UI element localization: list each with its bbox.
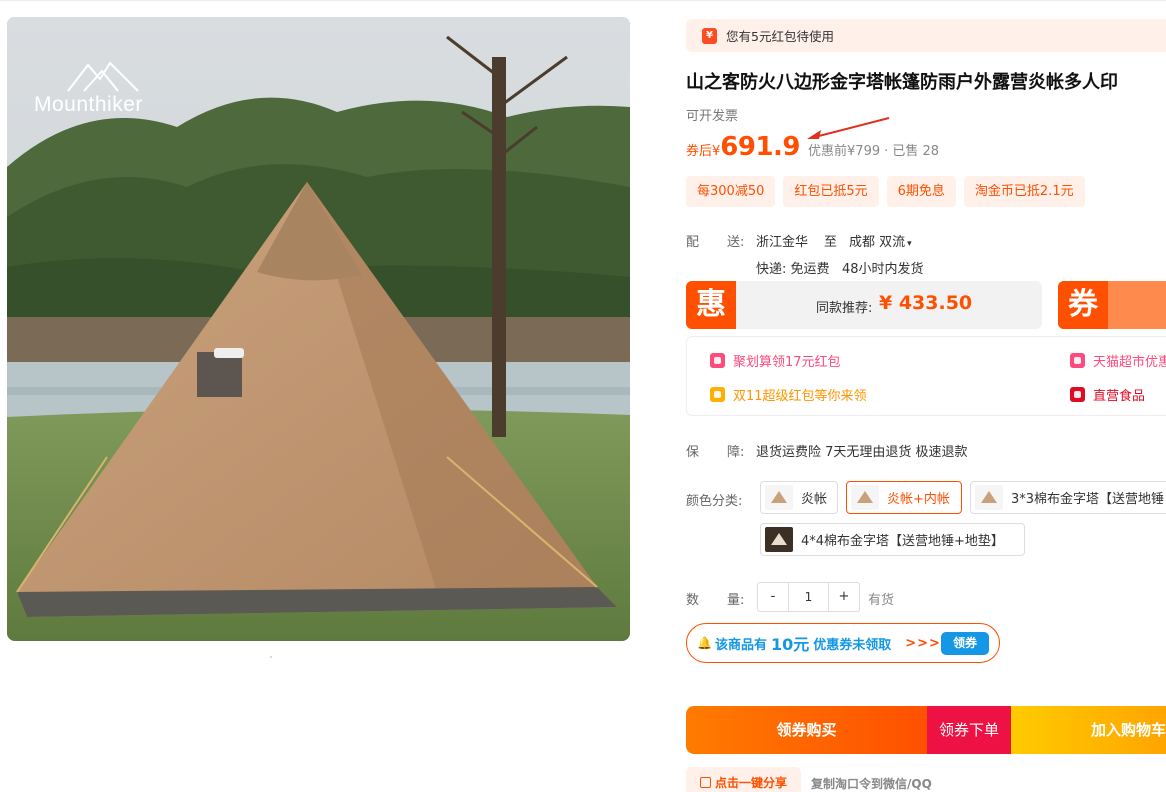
quantity-label-a: 数 (686, 593, 700, 608)
envelope-icon (1070, 387, 1085, 402)
coupon-arrows: >>> (905, 635, 941, 651)
price-prefix: 券后¥ (686, 144, 721, 159)
top-divider (0, 0, 1166, 1)
annotation-arrow-icon (807, 117, 890, 139)
coupon-price: 691.9 (720, 132, 801, 162)
add-to-cart-button[interactable]: 加入购物车 (1010, 706, 1166, 754)
benefits-panel: 聚划算领17元红包 天猫超市优惠 双11超级红包等你来领 直营食品 (686, 336, 1166, 416)
sku-thumbnail (765, 527, 793, 552)
buy-with-coupon-button[interactable]: 领券购买 (686, 706, 927, 754)
brand-name: Mounthiker (34, 93, 143, 116)
sku-thumbnail (851, 485, 879, 510)
benefit-direct-food[interactable]: 直营食品 (1070, 385, 1145, 404)
quantity-label-b: 量: (727, 593, 745, 608)
redpacket-gold-icon (710, 387, 725, 402)
quan-badge: 券 (1058, 281, 1108, 329)
sku-option-yanzhang[interactable]: 炎帐 (760, 481, 838, 514)
order-with-coupon-button[interactable]: 领券下单 (926, 706, 1011, 754)
delivery-destination-select[interactable]: 成都 双流 ▾ (849, 231, 912, 250)
gallery-dot (270, 656, 272, 658)
sku-thumbnail (975, 485, 1003, 510)
redpacket-text: 您有5元红包待使用 (726, 29, 834, 44)
promo-tag-coins[interactable]: 淘金币已抵2.1元 (963, 176, 1085, 207)
benefit-tmall-text: 天猫超市优惠 (1093, 355, 1166, 370)
benefit-food-text: 直营食品 (1093, 389, 1146, 404)
coupon-amount: 10元 (770, 635, 810, 654)
recommend-label: 同款推荐: (816, 301, 873, 316)
shipping-fee: 快递: 免运费 (756, 262, 830, 277)
sku-option-4x4[interactable]: 4*4棉布金字塔【送营地锤+地垫】 (760, 523, 1025, 556)
same-item-recommend[interactable]: 惠 同款推荐: ¥ 433.50 (686, 281, 1042, 329)
original-price: 优惠前¥799 (808, 144, 881, 159)
quantity-minus-button[interactable]: - (758, 583, 788, 611)
benefit-juhuasuan-text: 聚划算领17元红包 (733, 355, 841, 370)
quantity-stepper: - 1 + (757, 582, 860, 612)
benefit-double11-text: 双11超级红包等你来领 (733, 389, 867, 404)
sold-count: · 已售 28 (884, 144, 940, 159)
claim-coupon-button[interactable]: 领券 (941, 632, 989, 655)
guarantee-label-b: 障: (727, 445, 745, 460)
copy-icon (699, 776, 711, 788)
supermarket-icon (1070, 353, 1085, 368)
benefit-double11[interactable]: 双11超级红包等你来领 (710, 385, 867, 404)
share-button[interactable]: 点击一键分享 (686, 767, 801, 792)
delivery-label-b: 送: (727, 235, 745, 250)
delivery-from: 浙江金华 (756, 235, 809, 250)
sku-option-text: 3*3棉布金字塔【送营地锤 (1011, 492, 1165, 507)
delivery-to-word: 至 (824, 235, 838, 250)
product-image[interactable]: Mounthiker (7, 17, 630, 641)
share-note: 复制淘口令到微信/QQ (811, 777, 932, 791)
stock-status: 有货 (868, 593, 895, 608)
chevron-down-icon: ▾ (907, 239, 912, 249)
sku-option-text: 4*4棉布金字塔【送营地锤+地垫】 (801, 534, 1004, 549)
quantity-plus-button[interactable]: + (829, 583, 859, 611)
redpacket-notice[interactable]: ¥ 您有5元红包待使用 (686, 19, 1166, 52)
purchase-actions: 领券购买 领券下单 加入购物车 (686, 706, 1166, 754)
delivery-label-a: 配 (686, 235, 700, 250)
product-title: 山之客防火八边形金字塔帐篷防雨户外露营炎帐多人印 (686, 72, 1118, 93)
bell-icon: 🔔 (697, 636, 712, 650)
promo-tag-discount[interactable]: 每300减50 (686, 176, 776, 207)
mountain-logo-icon (67, 61, 139, 92)
promo-tag-installment[interactable]: 6期免息 (886, 176, 956, 207)
coupon-notice[interactable]: 🔔 该商品有 10元 优惠券未领取 >>> 领券 (686, 623, 1000, 663)
promo-tags: 每300减50 红包已抵5元 6期免息 淘金币已抵2.1元 (686, 176, 1085, 207)
sku-option-yanzhang-inner[interactable]: 炎帐+内帐 (846, 481, 962, 514)
hui-badge: 惠 (686, 281, 736, 329)
coupon-text-a: 该商品有 (714, 637, 767, 653)
sku-option-text: 炎帐 (801, 492, 828, 507)
gift-icon (710, 353, 725, 368)
invoice-note: 可开发票 (686, 109, 739, 124)
share-button-label: 点击一键分享 (714, 775, 787, 790)
benefit-tmall-supermarket[interactable]: 天猫超市优惠 (1070, 351, 1166, 370)
recommend-price: ¥ 433.50 (879, 292, 973, 314)
sku-option-3x3[interactable]: 3*3棉布金字塔【送营地锤 (970, 481, 1166, 514)
sku-thumbnail (765, 485, 793, 510)
quantity-input[interactable]: 1 (788, 583, 829, 611)
brand-logo: Mounthiker (33, 57, 173, 117)
coupon-banner[interactable]: 券 (1058, 281, 1166, 329)
sku-option-text: 炎帐+内帐 (887, 492, 950, 507)
redpacket-icon: ¥ (702, 27, 717, 44)
benefit-juhuasuan[interactable]: 聚划算领17元红包 (710, 351, 841, 370)
guarantee-label-a: 保 (686, 445, 700, 460)
coupon-text-b: 优惠券未领取 (813, 637, 892, 653)
ship-time: 48小时内发货 (842, 262, 924, 277)
promo-tag-redpacket[interactable]: 红包已抵5元 (783, 176, 879, 207)
delivery-destination: 成都 双流 (849, 235, 906, 250)
sku-label: 颜色分类: (686, 494, 743, 509)
guarantee-text: 退货运费险 7天无理由退货 极速退款 (756, 445, 968, 460)
